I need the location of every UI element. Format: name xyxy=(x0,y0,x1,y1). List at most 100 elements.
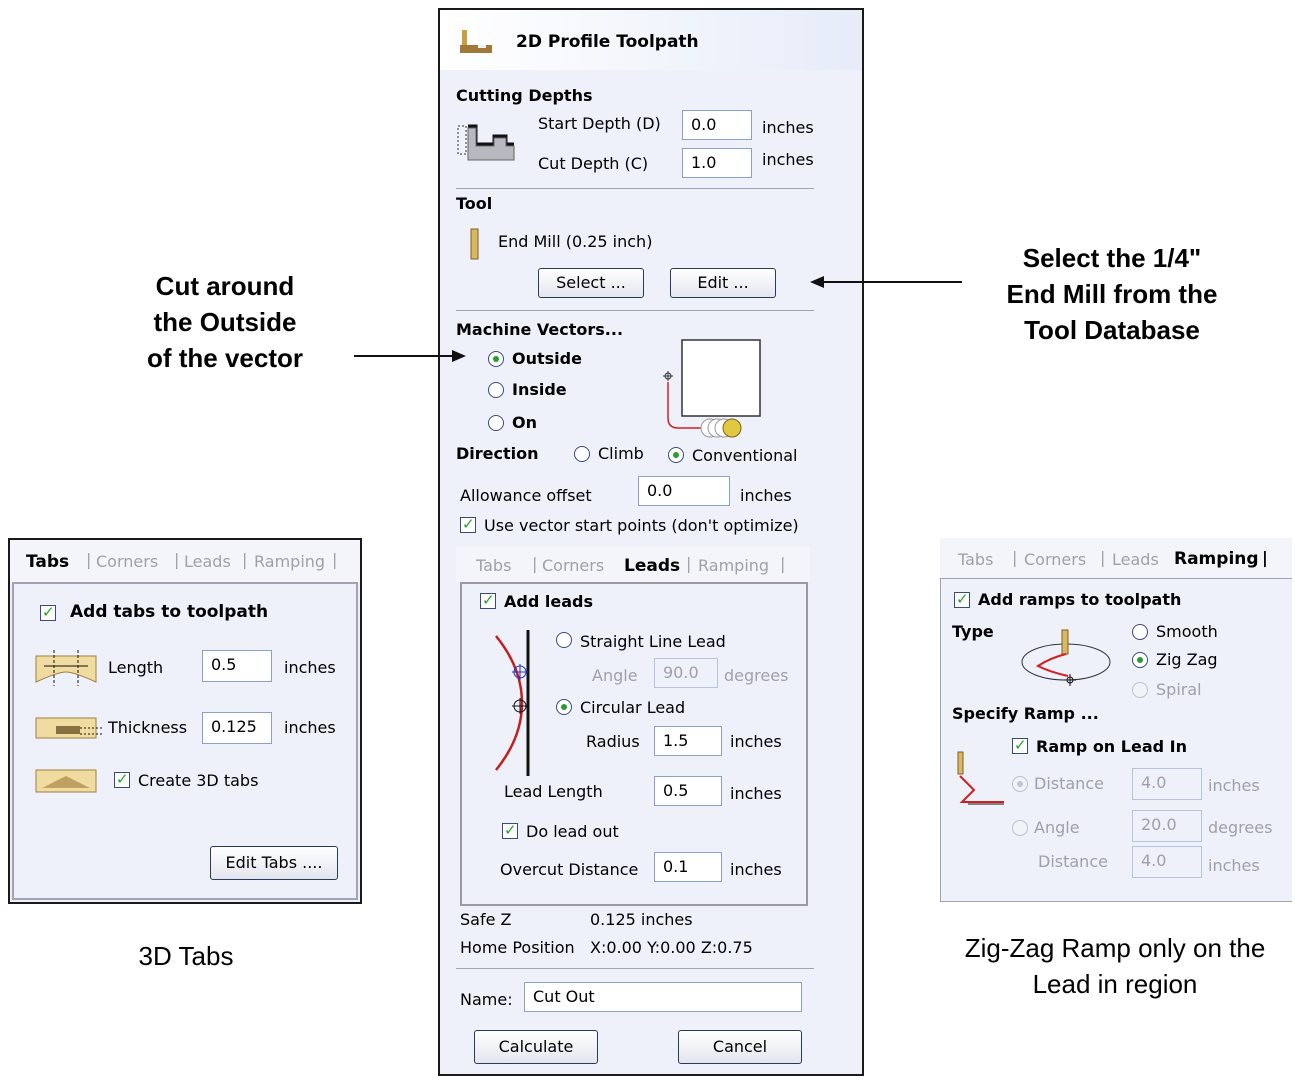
cancel-button[interactable]: Cancel xyxy=(678,1030,802,1064)
lead-out-checkbox[interactable] xyxy=(502,821,518,839)
conventional-radio[interactable] xyxy=(668,447,684,463)
tabs-settings-panel: Tabs | Corners | Leads | Ramping | Add t… xyxy=(8,538,362,904)
name-input[interactable]: Cut Out xyxy=(524,982,802,1012)
name-label: Name: xyxy=(460,990,513,1009)
on-label: On xyxy=(512,413,537,432)
add-tabs-checkbox[interactable] xyxy=(40,603,56,621)
ramp-angle-input[interactable]: 20.0 xyxy=(1132,810,1202,842)
tab-tabs[interactable]: Tabs xyxy=(26,552,69,572)
profile-toolpath-panel: 2D Profile Toolpath Cutting Depths Start… xyxy=(438,8,864,1076)
divider xyxy=(456,188,814,189)
ramp-angle-unit: degrees xyxy=(1208,818,1273,837)
ramp-lead-in-checkbox[interactable] xyxy=(1012,736,1028,754)
smooth-radio[interactable] xyxy=(1132,624,1148,640)
tab-separator: | xyxy=(1262,548,1268,567)
tab-leads[interactable]: Leads xyxy=(184,552,231,572)
tab-thickness-icon xyxy=(35,717,102,739)
ramp-distance-unit: inches xyxy=(1208,776,1260,795)
tab-separator: | xyxy=(1012,548,1018,567)
lead-length-unit: inches xyxy=(730,784,782,803)
spiral-label: Spiral xyxy=(1156,680,1202,699)
machine-vectors-heading: Machine Vectors... xyxy=(456,320,624,339)
edit-tabs-button[interactable]: Edit Tabs .... xyxy=(210,846,338,880)
panel-title: 2D Profile Toolpath xyxy=(516,32,699,52)
spiral-radio[interactable] xyxy=(1132,682,1148,698)
tool-select-button[interactable]: Select ... xyxy=(538,268,644,298)
tab-ramping[interactable]: Ramping xyxy=(254,552,325,572)
start-depth-unit: inches xyxy=(762,118,814,137)
tool-edit-button[interactable]: Edit ... xyxy=(670,268,776,298)
safe-z-label: Safe Z xyxy=(460,910,512,929)
ramp-angle-distance-input[interactable]: 4.0 xyxy=(1132,846,1202,878)
annotation-line: Tool Database xyxy=(1024,315,1200,345)
annotation-line: Cut around xyxy=(155,271,295,301)
tab-ramping[interactable]: Ramping xyxy=(698,556,769,576)
tab-separator: | xyxy=(532,554,538,573)
circular-lead-radio[interactable] xyxy=(556,699,572,715)
annotation-line: the Outside xyxy=(153,307,297,337)
tool-name: End Mill (0.25 inch) xyxy=(498,232,653,251)
on-radio[interactable] xyxy=(488,415,504,431)
leads-diagram-icon xyxy=(495,630,530,776)
climb-radio[interactable] xyxy=(574,446,590,462)
tabs-caption: 3D Tabs xyxy=(138,941,234,971)
tab-tabs[interactable]: Tabs xyxy=(958,550,993,570)
cut-depth-input[interactable]: 1.0 xyxy=(682,148,752,178)
calculate-button[interactable]: Calculate xyxy=(474,1030,598,1064)
lead-angle-input[interactable]: 90.0 xyxy=(654,658,718,688)
tab-length-input[interactable]: 0.5 xyxy=(202,650,272,682)
add-ramps-checkbox[interactable] xyxy=(954,590,970,608)
ramp-angle-radio[interactable] xyxy=(1012,820,1028,836)
add-leads-checkbox[interactable] xyxy=(480,591,496,609)
straight-lead-radio[interactable] xyxy=(556,632,572,648)
smooth-label: Smooth xyxy=(1156,622,1218,641)
use-start-points-checkbox[interactable] xyxy=(460,515,476,533)
add-tabs-label: Add tabs to toolpath xyxy=(70,602,269,622)
start-depth-input[interactable]: 0.0 xyxy=(682,110,752,140)
ramp-distance-input[interactable]: 4.0 xyxy=(1132,768,1202,800)
allowance-unit: inches xyxy=(740,486,792,505)
lead-length-input[interactable]: 0.5 xyxy=(654,776,722,806)
tab-length-icon xyxy=(35,650,97,686)
lead-out-label: Do lead out xyxy=(526,822,619,841)
straight-lead-label: Straight Line Lead xyxy=(580,632,726,651)
radius-unit: inches xyxy=(730,732,782,751)
ramp-profile-icon xyxy=(957,751,1004,805)
specify-ramp-label: Specify Ramp ... xyxy=(952,704,1099,723)
home-position-value: X:0.00 Y:0.00 Z:0.75 xyxy=(590,938,753,957)
lead-length-label: Lead Length xyxy=(504,782,603,801)
tab-corners[interactable]: Corners xyxy=(96,552,158,572)
circular-lead-label: Circular Lead xyxy=(580,698,686,717)
tab-thickness-input[interactable]: 0.125 xyxy=(202,712,272,744)
tab-tabs[interactable]: Tabs xyxy=(476,556,511,576)
tab-leads[interactable]: Leads xyxy=(1112,550,1159,570)
use-start-points-label: Use vector start points (don't optimize) xyxy=(484,516,799,535)
inside-label: Inside xyxy=(512,380,567,399)
ramp-angle-distance-unit: inches xyxy=(1208,856,1260,875)
tab-ramping[interactable]: Ramping xyxy=(1174,549,1259,569)
3d-tab-icon xyxy=(35,769,97,793)
create-3d-tabs-checkbox[interactable] xyxy=(114,770,130,788)
cut-depth-label: Cut Depth (C) xyxy=(538,154,649,173)
outside-radio[interactable] xyxy=(488,351,504,367)
tab-thickness-unit: inches xyxy=(284,718,336,737)
annotation-line: Lead in region xyxy=(1032,969,1198,999)
ramp-distance-radio[interactable] xyxy=(1012,776,1028,792)
tab-leads[interactable]: Leads xyxy=(624,556,680,576)
annotation-line: End Mill from the xyxy=(1006,279,1218,309)
tab-separator: | xyxy=(86,550,92,569)
tab-length-label: Length xyxy=(108,658,164,677)
tab-corners[interactable]: Corners xyxy=(542,556,604,576)
overcut-input[interactable]: 0.1 xyxy=(654,852,722,882)
ramp-type-label: Type xyxy=(952,622,994,641)
allowance-input[interactable]: 0.0 xyxy=(638,476,730,506)
radius-input[interactable]: 1.5 xyxy=(654,726,722,756)
outside-label: Outside xyxy=(512,349,582,368)
climb-label: Climb xyxy=(598,444,644,463)
allowance-label: Allowance offset xyxy=(460,486,592,505)
zigzag-radio[interactable] xyxy=(1132,652,1148,668)
ramp-lead-in-label: Ramp on Lead In xyxy=(1036,737,1187,756)
inside-radio[interactable] xyxy=(488,382,504,398)
ramp-distance-label: Distance xyxy=(1034,774,1104,793)
tab-corners[interactable]: Corners xyxy=(1024,550,1086,570)
